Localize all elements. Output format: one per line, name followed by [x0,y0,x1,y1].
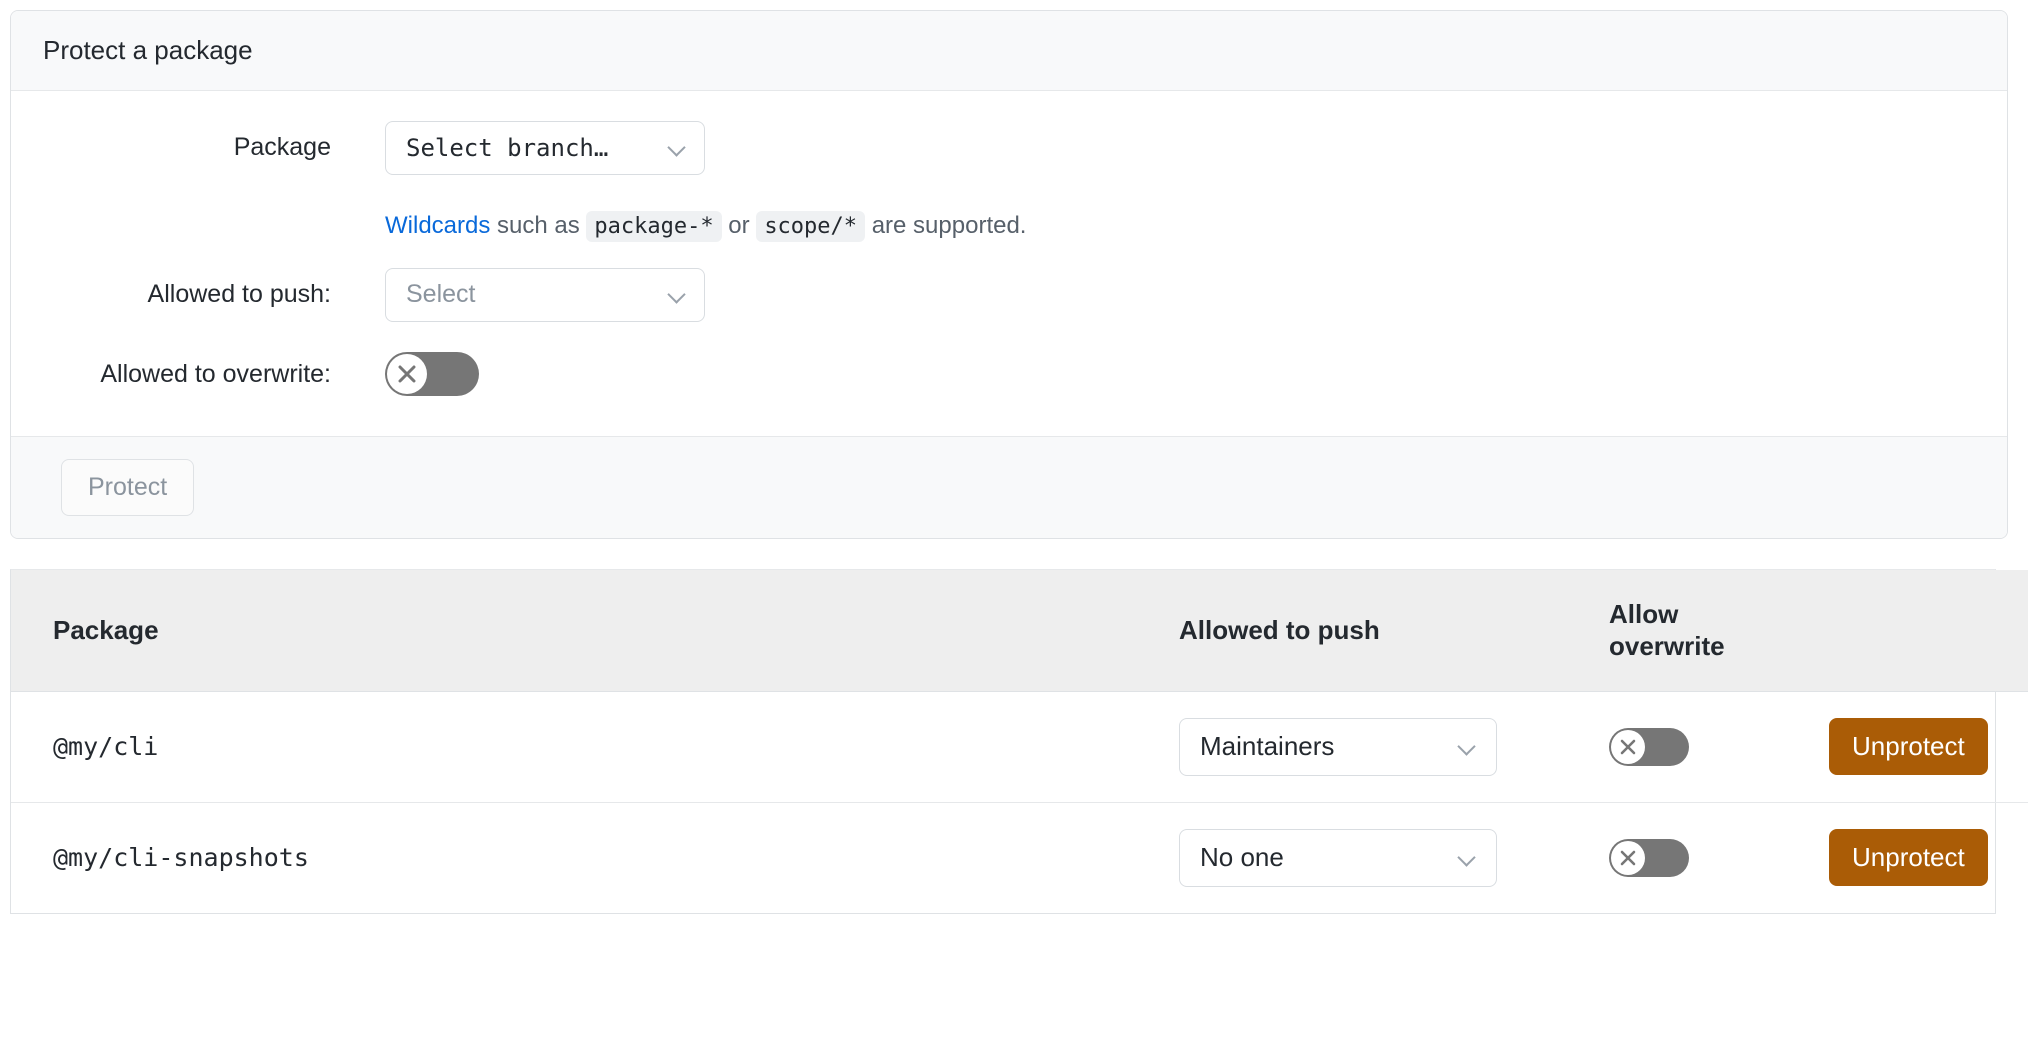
field-row-package: Package Select branch… [11,121,2007,175]
row-allowed-to-push-value: Maintainers [1200,731,1334,762]
field-row-allowed-to-overwrite: Allowed to overwrite: [11,348,2007,396]
package-help-row: Wildcards such as package-* or scope/* a… [11,197,2007,242]
help-text-3: are supported. [865,212,1026,239]
help-text-2: or [722,212,757,239]
unprotect-button[interactable]: Unprotect [1829,829,1988,886]
table-header-row: Package Allowed to push Allow overwrite [11,570,2028,692]
row-allowed-to-push-value: No one [1200,842,1284,873]
th-allowed-to-push: Allowed to push [1179,570,1609,692]
table-head: Package Allowed to push Allow overwrite [11,570,2028,692]
allowed-to-push-label: Allowed to push: [11,268,331,310]
package-help-text: Wildcards such as package-* or scope/* a… [331,210,1026,242]
unprotect-button[interactable]: Unprotect [1829,718,1988,775]
help-text-1: such as [490,212,586,239]
row-allow-overwrite-toggle[interactable] [1609,728,1689,766]
card-title: Protect a package [11,11,2007,91]
row-allow-overwrite-toggle[interactable] [1609,839,1689,877]
package-label: Package [11,121,331,163]
code-chip-package-wildcard: package-* [586,211,721,242]
allowed-to-overwrite-control [331,348,479,396]
protected-packages-table: Package Allowed to push Allow overwrite … [11,570,2028,913]
allowed-to-push-cell-inner: Maintainers [1179,718,1609,776]
field-row-allowed-to-push: Allowed to push: Select [11,268,2007,322]
toggle-knob [387,354,427,394]
allowed-to-overwrite-label: Allowed to overwrite: [11,348,331,390]
chevron-down-icon [1458,848,1478,868]
help-spacer [11,197,331,208]
package-control: Select branch… [331,121,705,175]
chevron-down-icon [1458,737,1478,757]
package-select[interactable]: Select branch… [385,121,705,175]
allowed-to-push-cell-inner: No one [1179,829,1609,887]
allowed-to-overwrite-toggle[interactable] [385,352,479,396]
wildcards-link[interactable]: Wildcards [385,212,490,239]
cell-package: @my/cli [11,691,1179,802]
package-select-value: Select branch… [406,134,608,162]
row-allowed-to-push-select[interactable]: Maintainers [1179,718,1497,776]
th-package: Package [11,570,1179,692]
th-allow-overwrite: Allow overwrite [1609,570,1829,692]
page-root: Protect a package Package Select branch…… [0,0,2028,1038]
allowed-to-push-control: Select [331,268,705,322]
table-row: @my/cli-snapshots No one [11,802,2028,913]
table-body: @my/cli Maintainers [11,691,2028,913]
card-footer: Protect [11,436,2007,538]
cell-allowed-to-push: Maintainers [1179,691,1609,802]
package-name: @my/cli-snapshots [53,843,309,872]
allowed-to-push-select-value: Select [406,280,475,309]
cell-actions: Unprotect [1829,691,2028,802]
protect-button[interactable]: Protect [61,459,194,516]
cell-allowed-to-push: No one [1179,802,1609,913]
protected-packages-table-wrap: Package Allowed to push Allow overwrite … [10,569,1996,914]
th-allow-overwrite-text: Allow overwrite [1609,598,1729,663]
th-actions [1829,570,2028,692]
cell-allow-overwrite [1609,691,1829,802]
chevron-down-icon [668,138,688,158]
chevron-down-icon [668,285,688,305]
cell-package: @my/cli-snapshots [11,802,1179,913]
toggle-knob [1611,841,1645,875]
card-body: Package Select branch… Wildcards such as… [11,91,2007,436]
table-row: @my/cli Maintainers [11,691,2028,802]
toggle-knob [1611,730,1645,764]
row-allowed-to-push-select[interactable]: No one [1179,829,1497,887]
package-name: @my/cli [53,732,158,761]
cell-actions: Unprotect [1829,802,2028,913]
protect-package-card: Protect a package Package Select branch…… [10,10,2008,539]
allowed-to-push-select[interactable]: Select [385,268,705,322]
code-chip-scope-wildcard: scope/* [756,211,865,242]
cell-allow-overwrite [1609,802,1829,913]
